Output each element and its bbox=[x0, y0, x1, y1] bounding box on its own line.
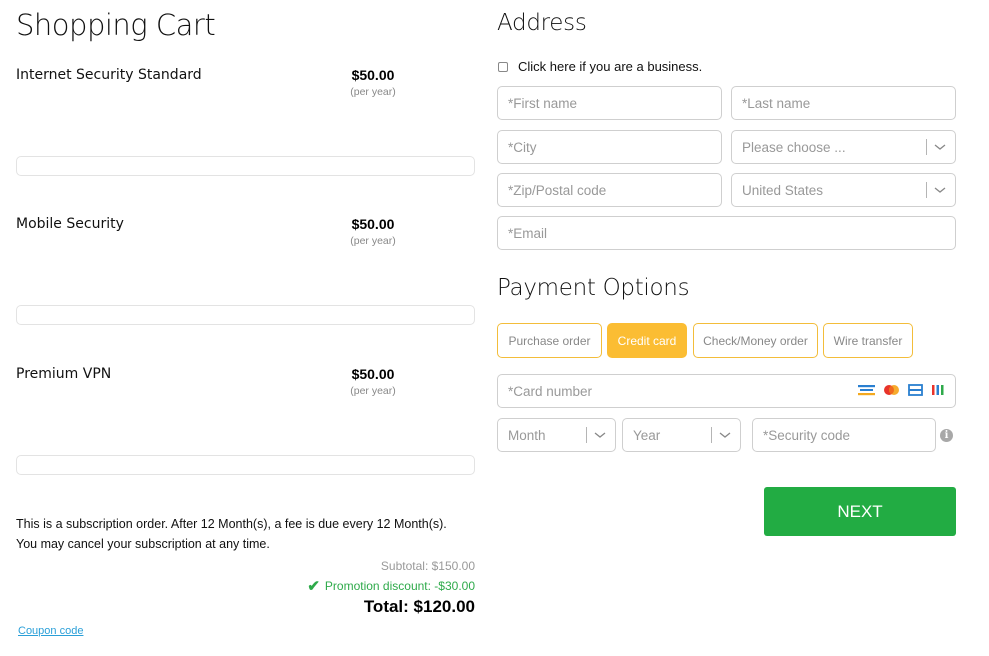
chevron-down-icon bbox=[719, 432, 731, 438]
payment-option-credit-card[interactable]: Credit card bbox=[607, 323, 687, 358]
subscription-note-line1: This is a subscription order. After 12 M… bbox=[16, 517, 447, 531]
promotion-text: Promotion discount: -$30.00 bbox=[324, 579, 475, 593]
security-code-input[interactable]: *Security code bbox=[752, 418, 936, 452]
business-checkbox[interactable] bbox=[498, 61, 508, 72]
cart-title: Shopping Cart bbox=[16, 8, 216, 42]
city-placeholder: *City bbox=[508, 139, 537, 155]
chevron-down-icon bbox=[934, 187, 946, 193]
next-button[interactable]: NEXT bbox=[764, 487, 956, 536]
item-period: (per year) bbox=[350, 235, 396, 247]
amex-icon bbox=[858, 385, 875, 396]
year-select-value: Year bbox=[633, 427, 661, 443]
first-name-input[interactable]: *First name bbox=[497, 86, 722, 120]
state-select-value: Please choose ... bbox=[742, 139, 846, 155]
info-icon[interactable]: i bbox=[940, 429, 953, 442]
coupon-code-link[interactable]: Coupon code bbox=[18, 625, 83, 637]
security-code-placeholder: *Security code bbox=[763, 427, 851, 443]
item-name: Mobile Security bbox=[16, 216, 124, 232]
item-options-field[interactable] bbox=[16, 156, 475, 176]
item-name: Internet Security Standard bbox=[16, 67, 202, 83]
expiry-year-select[interactable]: Year bbox=[622, 418, 741, 452]
business-checkbox-row[interactable]: Click here if you are a business. bbox=[498, 59, 702, 74]
city-input[interactable]: *City bbox=[497, 130, 722, 164]
item-options-field[interactable] bbox=[16, 305, 475, 325]
payment-option-check-money-order[interactable]: Check/Money order bbox=[693, 323, 818, 358]
item-period: (per year) bbox=[350, 86, 396, 98]
payment-options-title: Payment Options bbox=[497, 275, 690, 301]
card-brand-icons bbox=[858, 384, 945, 396]
visa-icon bbox=[908, 384, 923, 396]
email-placeholder: *Email bbox=[508, 225, 548, 241]
country-select[interactable]: United States bbox=[731, 173, 956, 207]
state-select[interactable]: Please choose ... bbox=[731, 130, 956, 164]
mastercard-icon bbox=[884, 385, 899, 395]
email-input[interactable]: *Email bbox=[497, 216, 956, 250]
chevron-down-icon bbox=[934, 144, 946, 150]
chevron-down-icon bbox=[594, 432, 606, 438]
card-number-placeholder: *Card number bbox=[508, 383, 593, 399]
item-options-field[interactable] bbox=[16, 455, 475, 475]
item-price: $50.00 bbox=[351, 366, 395, 382]
checkmark-icon: ✔ bbox=[307, 578, 320, 595]
discover-icon bbox=[932, 385, 944, 395]
item-name: Premium VPN bbox=[16, 366, 112, 382]
item-price: $50.00 bbox=[351, 67, 395, 83]
zip-input[interactable]: *Zip/Postal code bbox=[497, 173, 722, 207]
item-price: $50.00 bbox=[351, 216, 395, 232]
select-separator bbox=[586, 427, 587, 443]
address-title: Address bbox=[497, 10, 587, 36]
last-name-input[interactable]: *Last name bbox=[731, 86, 956, 120]
card-number-input[interactable]: *Card number bbox=[497, 374, 956, 408]
business-checkbox-label: Click here if you are a business. bbox=[518, 59, 703, 74]
select-separator bbox=[926, 182, 927, 198]
promotion-discount: ✔ Promotion discount: -$30.00 bbox=[307, 577, 475, 595]
select-separator bbox=[926, 139, 927, 155]
subscription-note: This is a subscription order. After 12 M… bbox=[16, 514, 447, 554]
month-select-value: Month bbox=[508, 427, 546, 443]
payment-option-purchase-order[interactable]: Purchase order bbox=[497, 323, 602, 358]
item-period: (per year) bbox=[350, 385, 396, 397]
select-separator bbox=[711, 427, 712, 443]
order-total: Total: $120.00 bbox=[363, 597, 475, 616]
zip-placeholder: *Zip/Postal code bbox=[508, 182, 607, 198]
country-select-value: United States bbox=[742, 182, 824, 198]
last-name-placeholder: *Last name bbox=[742, 95, 811, 111]
subscription-note-line2: You may cancel your subscription at any … bbox=[16, 537, 270, 551]
payment-option-wire-transfer[interactable]: Wire transfer bbox=[823, 323, 913, 358]
expiry-month-select[interactable]: Month bbox=[497, 418, 616, 452]
subtotal: Subtotal: $150.00 bbox=[380, 559, 475, 573]
first-name-placeholder: *First name bbox=[508, 95, 578, 111]
